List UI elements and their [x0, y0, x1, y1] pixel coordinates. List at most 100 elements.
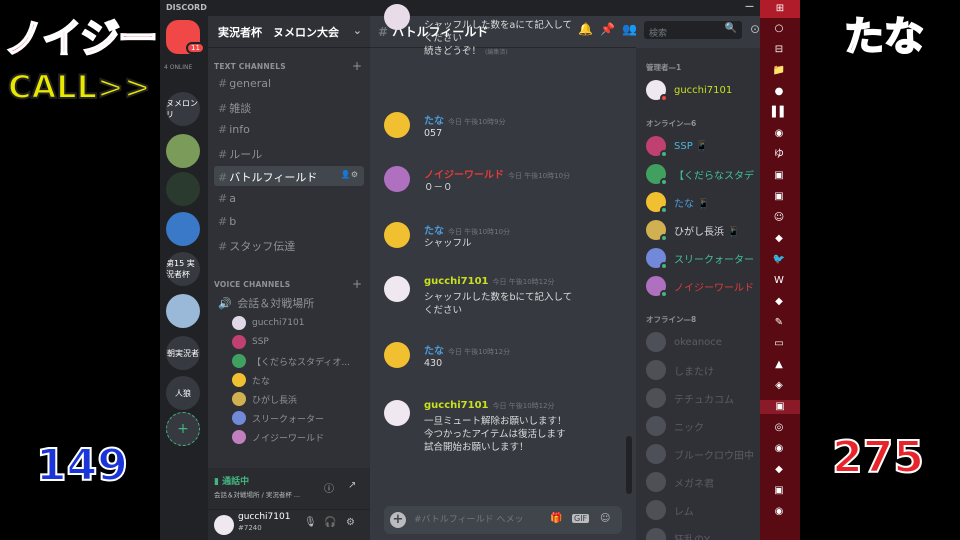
scrollbar[interactable] [626, 436, 632, 494]
server-icon[interactable] [166, 212, 200, 246]
text-channel[interactable]: # b [214, 212, 364, 232]
message-author[interactable]: たな 今日 午後10時12分 [424, 342, 510, 357]
voice-user[interactable]: gucchi7101 [232, 316, 304, 330]
voice-user[interactable]: 【くだらなスタディオ... [232, 354, 350, 368]
member-item[interactable]: スリークォーター [646, 248, 760, 268]
taskbar-app-icon[interactable]: ▲ [772, 358, 786, 372]
taskbar-app-icon[interactable]: ゆ [772, 148, 786, 162]
avatar[interactable] [384, 222, 410, 248]
voice-user[interactable]: SSP [232, 335, 269, 349]
avatar[interactable] [384, 112, 410, 138]
member-item[interactable]: テチュカコム [646, 388, 760, 408]
text-channel[interactable]: # バトルフィールド 👤⚙ [214, 166, 364, 186]
taskbar-app-icon[interactable]: ▣ [772, 169, 786, 183]
text-channels-category[interactable]: TEXT CHANNELS + [214, 59, 362, 73]
emoji-icon[interactable]: ☺ [600, 513, 610, 524]
taskbar-app-icon[interactable]: ▣ [760, 400, 800, 414]
channel-actions-icon[interactable]: 👤⚙ [341, 170, 358, 179]
taskbar-app-icon[interactable]: ◆ [772, 232, 786, 246]
member-item[interactable]: たな 📱 [646, 192, 760, 212]
avatar[interactable] [384, 4, 410, 30]
server-icon[interactable]: ヌメロンリ [166, 92, 200, 126]
member-item[interactable]: しまたけ [646, 360, 760, 380]
avatar[interactable] [384, 276, 410, 302]
taskbar-app-icon[interactable]: ◉ [772, 505, 786, 519]
text-channel[interactable]: # 雑談 [214, 97, 364, 117]
server-icon[interactable] [166, 294, 200, 328]
mic-icon[interactable]: 🎙 [304, 517, 317, 528]
taskbar-app-icon[interactable]: ◆ [772, 463, 786, 477]
message-author[interactable]: ノイジーワールド 今日 午後10時10分 [424, 166, 570, 181]
message-author[interactable]: gucchi7101 今日 午後10時12分 [424, 276, 555, 287]
taskbar-app-icon[interactable]: ✎ [772, 316, 786, 330]
member-item[interactable]: ノイジーワールド [646, 276, 760, 296]
avatar[interactable] [384, 342, 410, 368]
member-item[interactable]: SSP 📱 [646, 136, 760, 156]
server-icon[interactable]: 朝実況者 [166, 336, 200, 370]
taskbar-app-icon[interactable]: ◎ [772, 421, 786, 435]
taskbar-app-icon[interactable]: ⊟ [772, 43, 786, 57]
taskbar-app-icon[interactable]: ◆ [772, 295, 786, 309]
avatar[interactable] [384, 400, 410, 426]
member-item[interactable]: okeanoce [646, 332, 760, 352]
server-icon[interactable]: + [166, 412, 200, 446]
pin-icon[interactable]: 📌 [600, 22, 615, 36]
voice-user[interactable]: ノイジーワールド [232, 430, 324, 444]
add-channel-icon[interactable]: + [352, 277, 362, 291]
text-channel[interactable]: # info [214, 120, 364, 140]
taskbar-app-icon[interactable]: 🐦 [772, 253, 786, 267]
text-channel[interactable]: # ルール [214, 143, 364, 163]
taskbar-app-icon[interactable]: 📁 [772, 64, 786, 78]
text-channel[interactable]: # a [214, 189, 364, 209]
message-input[interactable] [414, 512, 534, 528]
taskbar-app-icon[interactable]: ◉ [772, 127, 786, 141]
server-icon[interactable] [166, 134, 200, 168]
add-channel-icon[interactable]: + [352, 59, 362, 73]
member-item[interactable]: レム [646, 500, 760, 520]
taskbar-app-icon[interactable]: ▭ [772, 337, 786, 351]
text-channel[interactable]: # スタッフ伝達 [214, 235, 364, 255]
gif-button[interactable]: GIF [572, 514, 590, 523]
upload-button[interactable]: + [390, 512, 406, 528]
taskbar-app-icon[interactable]: ▣ [772, 190, 786, 204]
text-channel[interactable]: # general [214, 74, 364, 94]
member-item[interactable]: ニック [646, 416, 760, 436]
member-item[interactable]: ひがし長浜 📱 [646, 220, 760, 240]
voice-user[interactable]: スリークォーター [232, 411, 324, 425]
member-item[interactable]: ブルークロウ田中 [646, 444, 760, 464]
disconnect-icon[interactable]: ↗ [348, 480, 356, 491]
taskbar-app-icon[interactable]: ○ [772, 22, 786, 36]
avatar[interactable] [384, 166, 410, 192]
minimize-button[interactable]: — [745, 2, 754, 12]
headset-icon[interactable]: 🎧 [324, 517, 336, 528]
search-box[interactable]: 🔍 [644, 21, 742, 43]
windows-icon[interactable]: ⊞ [760, 0, 800, 18]
voice-channel[interactable]: 🔊 会話＆対戦場所 [214, 292, 364, 312]
member-item[interactable]: gucchi7101 [646, 80, 760, 100]
avatar[interactable] [214, 515, 234, 535]
server-icon[interactable]: 第15 実況者杯 [166, 252, 200, 286]
more-icon[interactable]: ⊙ [750, 22, 760, 36]
taskbar-app-icon[interactable]: ● [772, 85, 786, 99]
settings-icon[interactable]: ⚙ [346, 517, 355, 528]
taskbar-app-icon[interactable]: ▣ [772, 484, 786, 498]
members-icon[interactable]: 👥 [622, 22, 637, 36]
message-author[interactable]: たな 今日 午後10時9分 [424, 112, 506, 127]
voice-channels-category[interactable]: VOICE CHANNELS + [214, 277, 362, 291]
message-author[interactable]: gucchi7101 今日 午後10時12分 [424, 400, 555, 411]
member-item[interactable]: 狂乱のY [646, 528, 760, 540]
server-icon[interactable] [166, 172, 200, 206]
server-icon[interactable]: 人狼 [166, 376, 200, 410]
search-input[interactable] [644, 25, 722, 43]
member-item[interactable]: メガネ君 [646, 472, 760, 492]
bell-icon[interactable]: 🔔 [578, 22, 593, 36]
server-header[interactable]: 実況者杯 ヌメロン大会 ⌄ [208, 16, 370, 48]
taskbar-app-icon[interactable]: ☺ [772, 211, 786, 225]
voice-user[interactable]: たな [232, 373, 270, 387]
info-icon[interactable]: ⓘ [324, 480, 334, 495]
taskbar-app-icon[interactable]: ▌▌ [772, 106, 787, 120]
voice-user[interactable]: ひがし長浜 [232, 392, 297, 406]
gift-icon[interactable]: 🎁 [550, 513, 562, 524]
member-item[interactable]: 【くだらなスタデ [646, 164, 760, 184]
taskbar-app-icon[interactable]: ◉ [772, 442, 786, 456]
